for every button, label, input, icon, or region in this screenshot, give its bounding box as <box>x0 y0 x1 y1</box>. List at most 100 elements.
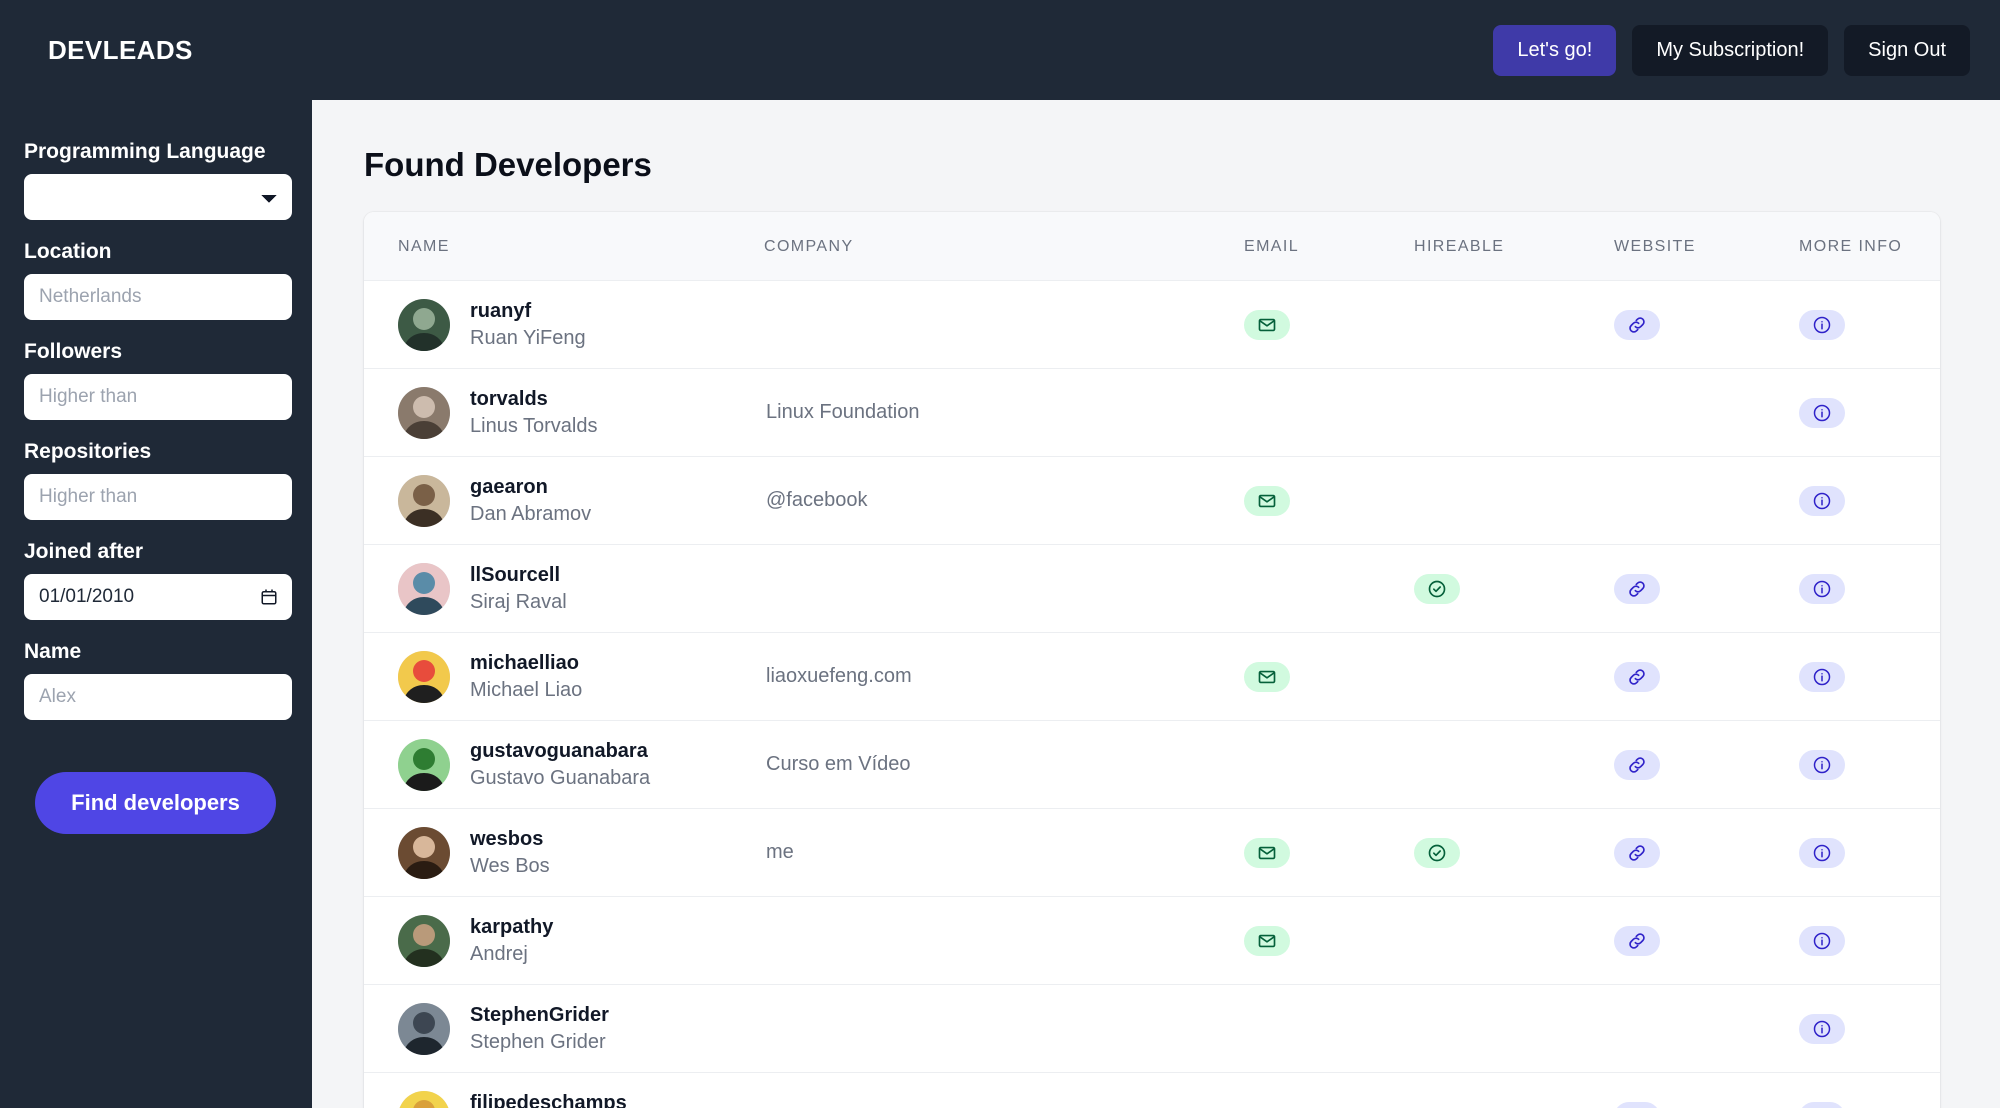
avatar <box>398 650 450 703</box>
info-circle-icon[interactable] <box>1799 837 1845 868</box>
cell-hireable <box>1414 456 1614 545</box>
body: Programming Language Location Followers … <box>0 100 2000 1108</box>
developer-login: karpathy <box>470 915 554 938</box>
envelope-icon[interactable] <box>1244 485 1290 516</box>
table-row[interactable]: ruanyf Ruan YiFeng <box>364 280 1940 369</box>
developer-fullname: Wes Bos <box>470 854 550 877</box>
page-title: Found Developers <box>364 146 652 183</box>
table-row[interactable]: gustavoguanabara Gustavo Guanabara Curso e… <box>364 720 1940 809</box>
info-circle-icon[interactable] <box>1799 1013 1845 1044</box>
developer-names: michaelliao Michael Liao <box>470 650 582 704</box>
developer-identity: michaelliao Michael Liao <box>364 650 764 704</box>
avatar <box>398 386 450 439</box>
info-circle-icon[interactable] <box>1799 309 1845 340</box>
cell-name: gustavoguanabara Gustavo Guanabara <box>364 720 764 809</box>
field-location: Location <box>24 226 292 320</box>
table-row[interactable]: michaelliao Michael Liao liaoxuefeng.com <box>364 632 1940 721</box>
location-input[interactable] <box>24 274 292 320</box>
developer-identity: filipedeschampsFilipe Deschamps <box>364 1090 764 1108</box>
name-input[interactable] <box>24 674 292 720</box>
link-icon[interactable] <box>1614 661 1660 692</box>
developer-company <box>764 313 766 335</box>
table-row[interactable]: karpathy Andrej <box>364 896 1940 985</box>
field-repositories: Repositories <box>24 426 292 520</box>
developer-fullname: Linus Torvalds <box>470 414 598 437</box>
sign-out-button[interactable]: Sign Out <box>1844 24 1970 76</box>
column-header-hireable: HIREABLE <box>1414 212 1614 281</box>
avatar <box>398 914 450 967</box>
cell-email <box>1244 280 1414 369</box>
info-circle-icon[interactable] <box>1799 661 1845 692</box>
find-developers-button[interactable]: Find developers <box>35 772 276 834</box>
info-circle-icon[interactable] <box>1799 749 1845 780</box>
developers-table: NAME COMPANY EMAIL HIREABLE WEBSITE MORE… <box>364 212 1940 1108</box>
developer-company <box>764 929 766 951</box>
link-icon[interactable] <box>1614 1101 1660 1108</box>
cell-hireable <box>1414 544 1614 633</box>
link-icon[interactable] <box>1614 925 1660 956</box>
table-row[interactable]: wesbos Wes Bos me <box>364 808 1940 897</box>
followers-input[interactable] <box>24 374 292 420</box>
link-icon[interactable] <box>1614 837 1660 868</box>
cell-company: me <box>764 808 1244 897</box>
avatar-image <box>398 914 450 967</box>
avatar-image <box>398 826 450 879</box>
joined-after-input[interactable] <box>24 574 292 620</box>
table-row[interactable]: StephenGrider Stephen Grider <box>364 984 1940 1073</box>
my-subscription-button[interactable]: My Subscription! <box>1632 24 1829 76</box>
cell-email <box>1244 808 1414 897</box>
info-circle-icon[interactable] <box>1799 485 1845 516</box>
developer-names: filipedeschampsFilipe Deschamps <box>470 1090 629 1108</box>
developer-login: torvalds <box>470 387 548 410</box>
avatar-image <box>398 298 450 351</box>
filter-sidebar: Programming Language Location Followers … <box>0 100 312 1108</box>
developer-company <box>764 577 766 599</box>
lets-go-button[interactable]: Let's go! <box>1493 24 1617 76</box>
cell-moreinfo <box>1799 456 1940 545</box>
avatar <box>398 1090 450 1108</box>
avatar-image <box>398 386 450 439</box>
info-circle-icon[interactable] <box>1799 397 1845 428</box>
programming-language-select[interactable] <box>24 174 292 220</box>
table-row[interactable]: llSourcell Siraj Raval <box>364 544 1940 633</box>
info-circle-icon[interactable] <box>1799 925 1845 956</box>
cell-moreinfo <box>1799 544 1940 633</box>
link-icon[interactable] <box>1614 749 1660 780</box>
link-icon[interactable] <box>1614 573 1660 604</box>
envelope-icon[interactable] <box>1244 661 1290 692</box>
info-circle-icon[interactable] <box>1799 573 1845 604</box>
table-header-row: NAME COMPANY EMAIL HIREABLE WEBSITE MORE… <box>364 212 1940 281</box>
check-circle-icon[interactable] <box>1414 573 1460 604</box>
link-icon[interactable] <box>1614 309 1660 340</box>
cell-moreinfo <box>1799 896 1940 985</box>
cell-name: gaearon Dan Abramov <box>364 456 764 545</box>
avatar <box>398 1002 450 1055</box>
cell-hireable <box>1414 808 1614 897</box>
info-circle-icon[interactable] <box>1799 1101 1845 1108</box>
cell-hireable <box>1414 280 1614 369</box>
envelope-icon[interactable] <box>1244 309 1290 340</box>
developer-identity: StephenGrider Stephen Grider <box>364 1002 764 1056</box>
envelope-icon[interactable] <box>1244 837 1290 868</box>
developer-company: liaoxuefeng.com <box>766 665 912 687</box>
developers-table-card: NAME COMPANY EMAIL HIREABLE WEBSITE MORE… <box>364 212 1940 1108</box>
cell-hireable <box>1414 1073 1614 1108</box>
avatar-image <box>398 474 450 527</box>
envelope-icon[interactable] <box>1244 925 1290 956</box>
cell-name: torvalds Linus Torvalds <box>364 368 764 457</box>
developer-fullname: Dan Abramov <box>470 502 592 525</box>
table-row[interactable]: gaearon Dan Abramov @facebook <box>364 456 1940 545</box>
table-row[interactable]: torvalds Linus Torvalds Linux Foundation <box>364 368 1940 457</box>
developer-identity: torvalds Linus Torvalds <box>364 386 764 440</box>
table-row[interactable]: filipedeschampsFilipe Deschamps <box>364 1073 1940 1108</box>
table-body: ruanyf Ruan YiFeng torvalds Linus Torvalds L… <box>364 280 1940 1108</box>
cell-hireable <box>1414 632 1614 721</box>
check-circle-icon[interactable] <box>1414 837 1460 868</box>
avatar <box>398 474 450 527</box>
developer-login: gaearon <box>470 475 548 498</box>
developer-names: gaearon Dan Abramov <box>470 474 591 528</box>
developer-login: StephenGrider <box>470 1003 609 1026</box>
repositories-input[interactable] <box>24 474 292 520</box>
cell-website <box>1614 896 1799 985</box>
cell-email <box>1244 896 1414 985</box>
